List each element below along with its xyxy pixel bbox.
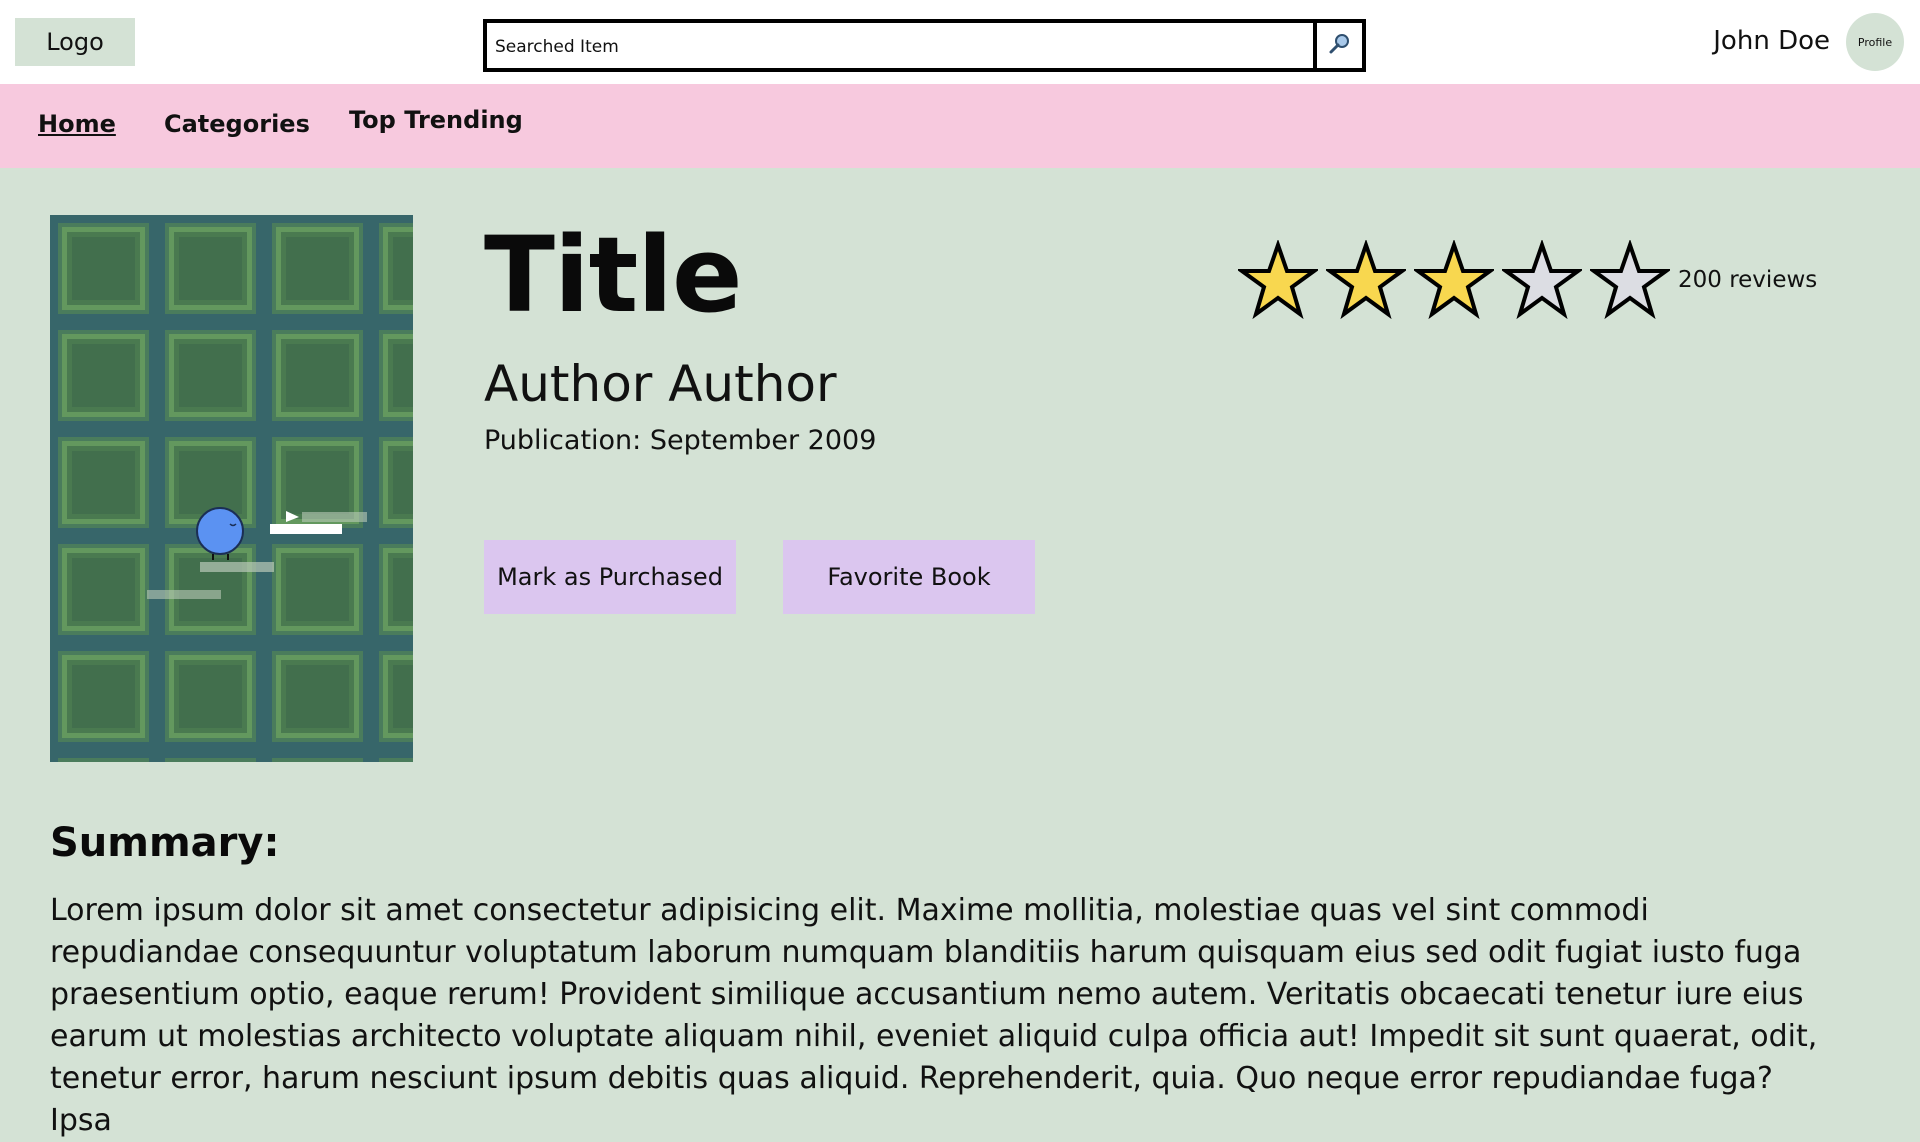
star-icon-4[interactable] — [1502, 240, 1582, 320]
avatar[interactable]: Profile — [1846, 13, 1904, 71]
book-cover-image — [50, 215, 413, 762]
search-bar — [483, 19, 1366, 72]
summary-heading: Summary: — [50, 820, 280, 866]
star-icon-1[interactable] — [1238, 240, 1318, 320]
search-button[interactable] — [1313, 23, 1362, 68]
favorite-book-button[interactable]: Favorite Book — [783, 540, 1035, 614]
rating: 200 reviews — [1238, 240, 1817, 320]
nav-bar: Home Categories Top Trending — [0, 84, 1920, 168]
star-icon-2[interactable] — [1326, 240, 1406, 320]
star-icon-3[interactable] — [1414, 240, 1494, 320]
publication-date: Publication: September 2009 — [484, 425, 877, 456]
logo[interactable]: Logo — [15, 18, 135, 66]
user-name[interactable]: John Doe — [1713, 26, 1830, 56]
search-icon — [1328, 32, 1352, 60]
mark-as-purchased-button[interactable]: Mark as Purchased — [484, 540, 736, 614]
nav-item-top-trending[interactable]: Top Trending — [349, 106, 523, 134]
nav-item-home[interactable]: Home — [38, 110, 116, 138]
star-icon-5[interactable] — [1590, 240, 1670, 320]
top-bar: Logo John Doe Profile — [0, 0, 1920, 84]
book-title: Title — [484, 214, 742, 336]
summary-text: Lorem ipsum dolor sit amet consectetur a… — [50, 893, 1818, 1138]
nav-item-categories[interactable]: Categories — [164, 110, 310, 138]
book-author[interactable]: Author Author — [484, 355, 837, 413]
search-input[interactable] — [487, 23, 1313, 68]
reviews-count[interactable]: 200 reviews — [1678, 267, 1817, 293]
